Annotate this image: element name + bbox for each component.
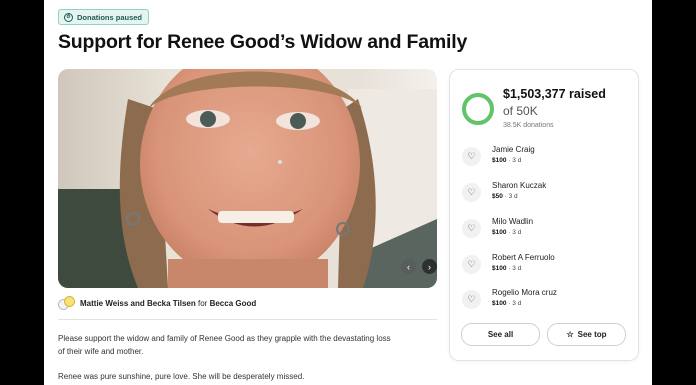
donation-amount: $50 [492, 193, 503, 200]
donation-amount: $100 [492, 229, 507, 236]
donation-item: ♡ Sharon Kuczak $50 · 3 d [462, 179, 632, 205]
see-all-label: See all [487, 330, 514, 339]
donation-heart-hand-icon: ♡ [462, 147, 481, 166]
donor-name: Milo Wadlin [492, 217, 534, 226]
donation-time: 3 d [512, 265, 522, 272]
progress-ring [462, 93, 494, 125]
gallery-next-button[interactable]: › [422, 259, 437, 274]
donation-heart-hand-icon: ♡ [462, 219, 481, 238]
donation-meta: $100 · 3 d [492, 300, 521, 307]
donation-heart-hand-icon: ♡ [462, 255, 481, 274]
donation-time: 3 d [512, 157, 522, 164]
donation-heart-hand-icon: ♡ [462, 183, 481, 202]
story-paragraph-2: Renee was pure sunshine, pure love. She … [58, 372, 305, 381]
donation-item: ♡ Jamie Craig $100 · 3 d [462, 143, 632, 169]
donation-time: 3 d [512, 229, 522, 236]
organizer-line: Mattie Weiss and Becka Tilsen for Becca … [58, 296, 256, 310]
amount-raised: $1,503,377 raised [503, 87, 606, 101]
badge-label: Donations paused [77, 12, 143, 22]
see-all-button[interactable]: See all [461, 323, 540, 346]
donor-name: Sharon Kuczak [492, 181, 547, 190]
story-paragraph-1: Please support the widow and family of R… [58, 334, 391, 356]
donation-meta: $100 · 3 d [492, 229, 521, 236]
donation-amount: $100 [492, 265, 507, 272]
donation-card: $1,503,377 raised of 50K 38.5K donations… [449, 69, 639, 361]
see-top-button[interactable]: ☆ See top [547, 323, 626, 346]
photo-image [58, 69, 437, 288]
divider [58, 319, 437, 320]
donation-meta: $100 · 3 d [492, 157, 521, 164]
donations-paused-badge: ⏱ Donations paused [58, 9, 150, 25]
page-title: Support for Renee Good’s Widow and Famil… [58, 31, 468, 53]
donor-name: Rogelio Mora cruz [492, 288, 557, 297]
organizer-for-word: for [197, 298, 208, 308]
see-top-label: See top [577, 330, 607, 339]
goal-amount: of 50K [503, 104, 538, 118]
donation-item: ♡ Milo Wadlin $100 · 3 d [462, 215, 632, 241]
donation-item: ♡ Robert A Ferruolo $100 · 3 d [462, 251, 632, 277]
organizer-names[interactable]: Mattie Weiss and Becka Tilsen [80, 299, 196, 308]
donation-time: 3 d [508, 193, 518, 200]
beneficiary-avatar [64, 296, 75, 307]
chevron-right-icon: › [428, 261, 431, 272]
donation-meta: $50 · 3 d [492, 193, 518, 200]
donation-count: 38.5K donations [503, 122, 554, 129]
gallery-prev-button[interactable]: ‹ [401, 259, 416, 274]
chevron-left-icon: ‹ [407, 261, 410, 272]
star-icon: ☆ [566, 330, 574, 339]
donation-time: 3 d [512, 300, 522, 307]
donor-name: Jamie Craig [492, 145, 535, 154]
page: ⏱ Donations paused Support for Renee Goo… [44, 0, 652, 385]
donation-item: ♡ Rogelio Mora cruz $100 · 3 d [462, 286, 632, 312]
donation-heart-hand-icon: ♡ [462, 290, 481, 309]
donation-amount: $100 [492, 300, 507, 307]
clock-icon: ⏱ [64, 12, 73, 22]
donation-meta: $100 · 3 d [492, 265, 521, 272]
beneficiary-name[interactable]: Becca Good [210, 299, 257, 308]
organizer-avatars [58, 296, 75, 310]
donation-amount: $100 [492, 157, 507, 164]
campaign-photo[interactable]: ‹ › [58, 69, 437, 288]
donor-name: Robert A Ferruolo [492, 253, 555, 262]
